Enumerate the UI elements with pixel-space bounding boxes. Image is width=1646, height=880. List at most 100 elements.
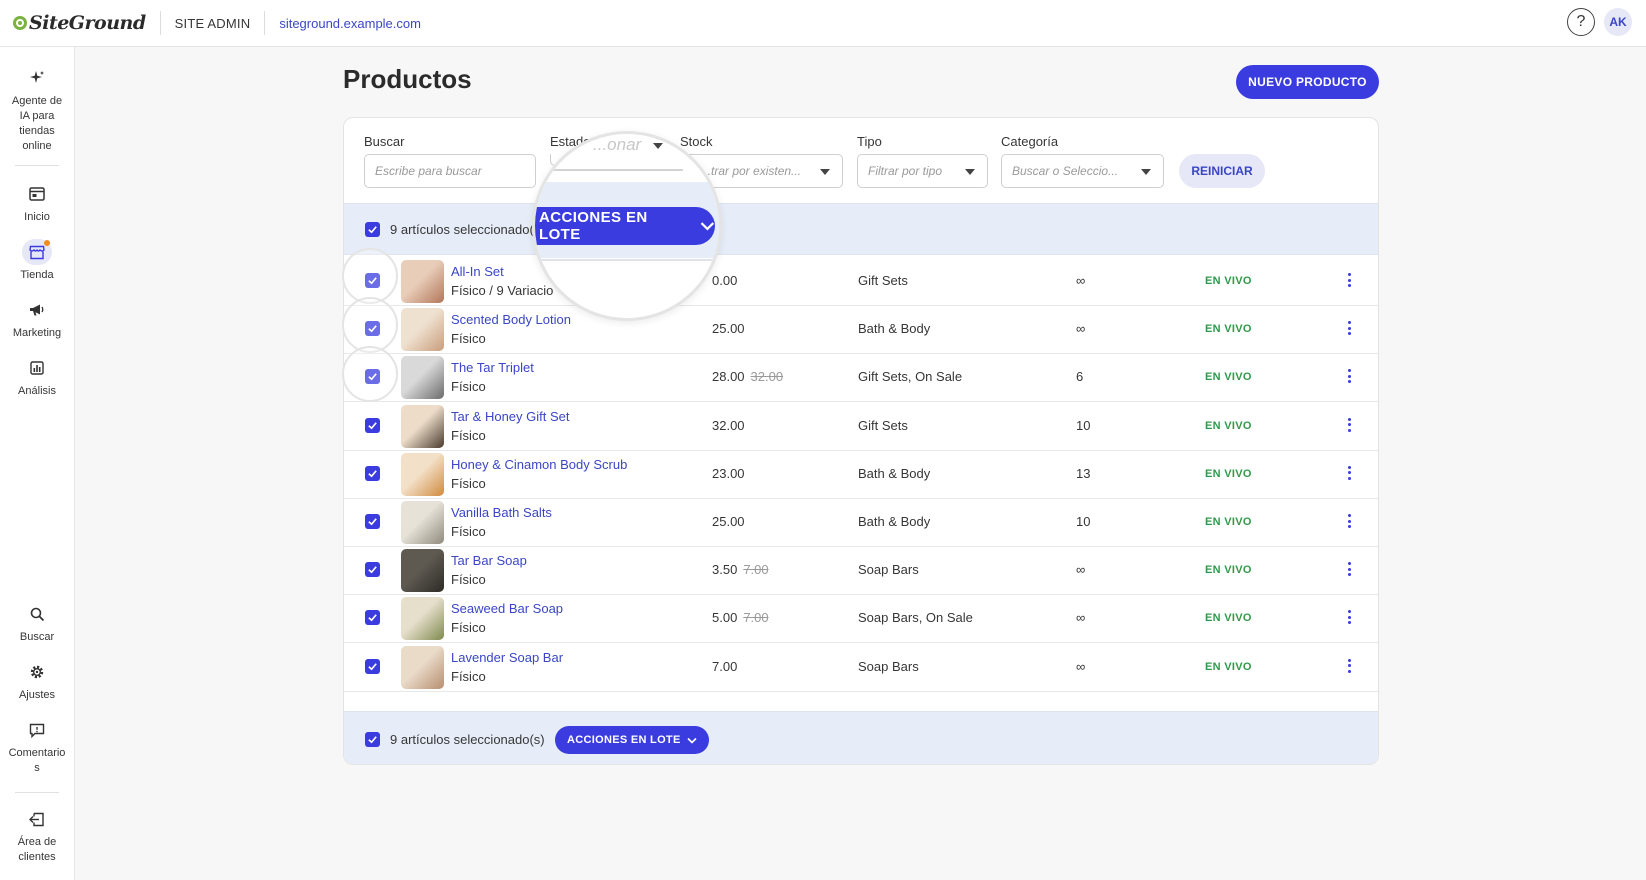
comment-icon [22,717,52,743]
current-price: 0.00 [712,273,738,288]
product-category: Gift Sets [858,273,908,288]
row-checkbox[interactable] [365,514,380,529]
table-row[interactable]: All-In Set Físico / 9 Variacio 0.00 Gift Se… [344,255,1378,306]
table-row[interactable]: Lavender Soap Bar Físico 7.00 Soap Bars ∞ EN … [344,641,1378,692]
product-thumbnail[interactable] [401,308,444,352]
more-options-icon[interactable] [1347,417,1351,432]
sidebar-item-ai-agent[interactable]: Agente de IA para tiendas online [0,65,74,154]
select-all-checkbox[interactable] [365,732,380,747]
row-checkbox[interactable] [365,658,380,674]
bulk-actions-button[interactable]: ACCIONES EN LOTE [535,207,715,245]
product-thumbnail[interactable] [401,549,444,593]
product-name-link[interactable]: Vanilla Bath Salts [451,505,552,520]
product-name-link[interactable]: Tar & Honey Gift Set [451,409,570,424]
row-checkbox[interactable] [365,417,380,433]
chevron-down-icon [965,169,975,175]
product-name-link[interactable]: Seaweed Bar Soap [451,601,563,616]
product-stock: ∞ [1076,658,1086,674]
question-icon[interactable]: ? [1567,8,1595,36]
product-price: 28.00 32.00 [712,369,783,384]
more-options-icon[interactable] [1347,514,1351,528]
table-row[interactable]: Vanilla Bath Salts Físico 25.00 Bath & Body… [344,496,1378,547]
row-checkbox[interactable] [365,610,380,626]
site-url-link[interactable]: siteground.example.com [279,16,421,31]
more-options-icon[interactable] [1347,465,1351,480]
product-thumbnail[interactable] [401,260,444,303]
more-options-icon[interactable] [1347,658,1351,673]
sidebar-item-label: Buscar [19,631,55,643]
current-price: 32.00 [712,417,745,433]
product-price: 32.00 [712,418,745,433]
sidebar-item-label: Comentarios [8,747,66,774]
product-name-link[interactable]: Honey & Cinamon Body Scrub [451,457,627,472]
more-options-icon[interactable] [1347,369,1351,384]
bulk-actions-button[interactable]: ACCIONES EN LOTE [555,726,709,754]
check-icon [368,566,377,574]
chevron-down-icon [700,222,715,231]
product-type: Físico [451,379,486,395]
table-row[interactable]: Scented Body Lotion Físico 25.00 Bath & Bod… [344,303,1378,355]
product-name-link[interactable]: All-In Set [451,264,504,279]
more-options-icon[interactable] [1347,273,1351,287]
sidebar-item-ajustes[interactable]: Ajustes [0,659,74,703]
avatar[interactable]: AK [1604,8,1632,36]
row-checkbox[interactable] [365,562,380,578]
product-category: Gift Sets, On Sale [858,369,963,385]
bulk-actions-label: ACCIONES EN LOTE [567,734,681,746]
sidebar-item-label: Análisis [18,385,56,397]
current-price: 5.00 [712,610,738,626]
sidebar-item-tienda[interactable]: Tienda [0,239,74,283]
more-options-icon[interactable] [1347,610,1351,625]
product-name-link[interactable]: Lavender Soap Bar [451,650,563,665]
sidebar-item-label: Marketing [12,327,62,339]
select-all-checkbox[interactable] [365,222,380,237]
siteground-logo[interactable]: SiteGround [13,12,146,34]
product-thumbnail[interactable] [401,645,444,689]
sidebar-item-area-clientes[interactable]: Área de clientes [0,806,74,865]
new-product-button[interactable]: NUEVO PRODUCTO [1236,65,1379,99]
row-checkbox[interactable] [365,465,380,481]
product-thumbnail[interactable] [401,501,444,544]
status-badge: EN VIVO [1205,371,1252,384]
bulk-actions-bar-top: 9 artículos seleccionado( [344,203,1378,255]
more-options-icon[interactable] [1347,562,1351,577]
current-price: 25.00 [712,321,745,337]
sidebar-item-marketing[interactable]: Marketing [0,297,74,341]
product-price: 3.50 7.00 [712,562,769,577]
categoria-select[interactable]: Buscar o Seleccio... [1001,154,1164,188]
product-name-link[interactable]: Tar Bar Soap [451,553,527,568]
reset-button[interactable]: REINICIAR [1179,154,1265,188]
sparkle-icon [22,65,52,91]
stock-label: Stock [680,134,713,149]
sidebar-item-buscar[interactable]: Buscar [0,601,74,645]
product-thumbnail[interactable] [401,404,444,448]
tipo-label: Tipo [857,134,882,149]
product-thumbnail[interactable] [401,356,444,400]
table-row[interactable]: Seaweed Bar Soap Físico 5.00 7.00 Soap Bars,… [344,592,1378,644]
product-category: Bath & Body [858,465,931,481]
table-row[interactable]: Honey & Cinamon Body Scrub Físico 23.00 Bat… [344,448,1378,499]
store-icon [22,239,52,265]
product-category: Bath & Body [858,514,931,529]
chevron-down-icon [653,143,663,149]
sidebar-item-label: Ajustes [18,689,56,701]
product-price: 5.00 7.00 [712,610,769,625]
selected-count: 9 artículos seleccionado(s) [390,732,545,747]
search-label: Buscar [364,134,405,149]
bulk-actions-label: ACCIONES EN LOTE [539,209,648,243]
search-input[interactable]: Escribe para buscar [364,154,536,188]
product-thumbnail[interactable] [401,597,444,641]
stock-placeholder: ...trar por existen... [701,164,802,178]
table-row[interactable]: Tar Bar Soap Físico 3.50 7.00 Soap Bars ∞ EN V… [344,544,1378,596]
product-thumbnail[interactable] [401,452,444,496]
table-row[interactable]: The Tar Triplet Físico 28.00 32.00 Gift Sets… [344,351,1378,403]
sidebar-item-analisis[interactable]: Análisis [0,355,74,399]
product-name-link[interactable]: The Tar Triplet [451,360,534,375]
product-name-link[interactable]: Scented Body Lotion [451,312,571,327]
sidebar-item-inicio[interactable]: Inicio [0,181,74,225]
product-price: 7.00 [712,659,737,674]
table-row[interactable]: Tar & Honey Gift Set Físico 32.00 Gift Sets… [344,400,1378,451]
tipo-select[interactable]: Filtrar por tipo [857,154,988,188]
more-options-icon[interactable] [1347,321,1351,336]
sidebar-item-comentarios[interactable]: Comentarios [0,717,74,776]
